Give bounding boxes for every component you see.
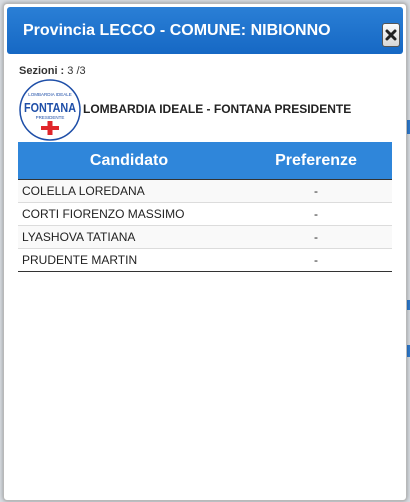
logo-top-text: LOMBARDIA IDEALE	[28, 92, 72, 97]
logo-sub-text: PRESIDENTE	[36, 115, 65, 120]
table-row: PRUDENTE MARTIN -	[18, 248, 392, 272]
table-header-row: Candidato Preferenze	[18, 142, 392, 180]
sezioni-value: 3 /3	[67, 65, 86, 77]
dialog-title: Provincia LECCO - COMUNE: NIBIONNO	[23, 22, 331, 39]
sezioni-info: Sezioni : 3 /3	[19, 65, 86, 77]
candidates-table: Candidato Preferenze COLELLA LOREDANA - …	[18, 142, 392, 272]
party-name: LOMBARDIA IDEALE - FONTANA PRESIDENTE	[83, 102, 352, 116]
table-row: COLELLA LOREDANA -	[18, 179, 392, 203]
results-dialog: Provincia LECCO - COMUNE: NIBIONNO Sezio…	[3, 3, 407, 501]
candidate-name: CORTI FIORENZO MASSIMO	[18, 202, 240, 226]
logo-main-text: FONTANA	[24, 100, 76, 115]
candidate-name: COLELLA LOREDANA	[18, 179, 240, 203]
close-icon	[385, 29, 397, 41]
party-logo: LOMBARDIA IDEALE FONTANA PRESIDENTE	[19, 79, 81, 141]
column-header-candidato[interactable]: Candidato	[18, 142, 240, 180]
candidate-preferences: -	[240, 225, 392, 249]
close-button[interactable]	[382, 23, 400, 47]
table-row: CORTI FIORENZO MASSIMO -	[18, 202, 392, 226]
table-row: LYASHOVA TATIANA -	[18, 225, 392, 249]
column-header-preferenze[interactable]: Preferenze	[240, 142, 392, 180]
candidate-preferences: -	[240, 248, 392, 272]
candidate-name: PRUDENTE MARTIN	[18, 248, 240, 272]
candidate-name: LYASHOVA TATIANA	[18, 225, 240, 249]
candidate-preferences: -	[240, 179, 392, 203]
dialog-titlebar[interactable]: Provincia LECCO - COMUNE: NIBIONNO	[7, 7, 403, 54]
candidate-preferences: -	[240, 202, 392, 226]
sezioni-label: Sezioni :	[19, 65, 65, 77]
